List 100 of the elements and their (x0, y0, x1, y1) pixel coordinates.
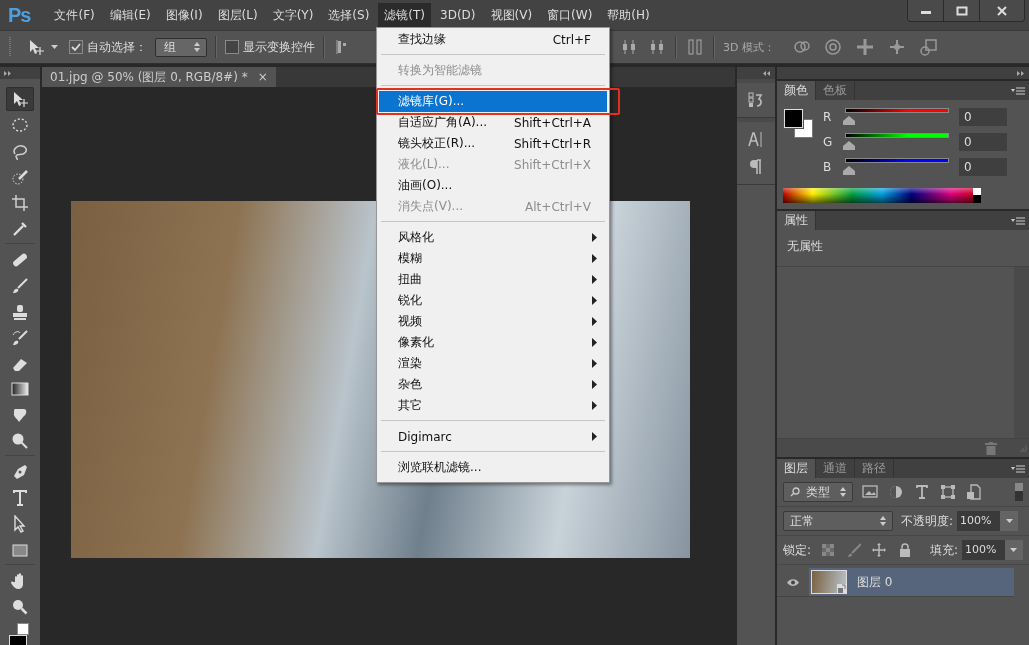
menu-item[interactable]: 浏览联机滤镜... (379, 457, 607, 478)
mode-label: 3D 模式： (723, 39, 775, 55)
menu-item-label: 消失点(V)... (398, 198, 464, 215)
menu-item[interactable]: 渲染 (379, 353, 607, 374)
type-icon (914, 484, 930, 500)
shortcut-label: Shift+Ctrl+A (514, 115, 591, 130)
menu-item[interactable]: 其它 (379, 395, 607, 416)
panel-tab[interactable]: 属性 (777, 211, 816, 230)
blend-mode-dropdown[interactable]: 正常 (783, 511, 893, 531)
menu-item[interactable]: 杂色 (379, 374, 607, 395)
collapse-icon (763, 70, 771, 76)
type-filter-button[interactable] (913, 483, 931, 501)
menu-item[interactable]: 锐化 (379, 290, 607, 311)
eye-icon[interactable] (786, 577, 800, 587)
dashed-ellipse-icon (11, 115, 29, 134)
round-paddle-icon (11, 432, 29, 451)
shape-filter-button[interactable] (939, 483, 957, 501)
menu-item[interactable]: 文字(Y) (266, 3, 320, 27)
adjustment-filter-button[interactable] (887, 483, 905, 501)
panel-menu-icon[interactable] (1011, 86, 1025, 95)
menu-item[interactable]: 编辑(E) (103, 3, 157, 27)
menu-item[interactable]: 图层(L) (211, 3, 264, 27)
menu-item[interactable]: 文件(F) (48, 3, 101, 27)
color-swatches[interactable] (783, 108, 813, 140)
menu-item[interactable]: 像素化 (379, 332, 607, 353)
pan-3d-icon (855, 38, 874, 56)
image-filter-button[interactable] (861, 483, 879, 501)
lock-position-button[interactable] (870, 541, 889, 559)
menu-item[interactable]: 帮助(H) (601, 3, 656, 27)
menu-item[interactable]: 选择(S) (322, 3, 376, 27)
menu-item[interactable]: 查找边缘 Ctrl+F (379, 29, 607, 50)
menu-item[interactable]: 视频 (379, 311, 607, 332)
rectangle-icon (11, 541, 29, 560)
slider-thumb-icon[interactable] (843, 166, 855, 175)
minimize-button[interactable] (908, 0, 944, 21)
channel-slider[interactable] (843, 158, 951, 176)
panel-tab[interactable]: 路径 (855, 459, 894, 478)
layer-row[interactable]: 图层 0 (777, 568, 1014, 597)
auto-select-checkbox[interactable] (69, 40, 83, 54)
menu-item[interactable]: 图像(I) (159, 3, 209, 27)
half-circle-icon (888, 484, 904, 500)
padlock-icon (898, 543, 913, 557)
menu-item[interactable]: 油画(O)... (379, 175, 607, 196)
shortcut-label: Alt+Ctrl+V (525, 199, 591, 214)
move-arrow-icon (11, 89, 29, 108)
tool-button[interactable] (6, 87, 34, 111)
filter-dropdown[interactable]: 类型 (783, 482, 853, 502)
move-arrow-icon (27, 38, 45, 56)
checkbox-label: 自动选择： (87, 38, 147, 56)
tab-close-button[interactable]: × (257, 70, 268, 84)
menu-item-label: 液化(L)... (398, 156, 451, 173)
trash-icon (985, 441, 997, 455)
menu-item[interactable]: 模糊 (379, 248, 607, 269)
scale-3d-icon (919, 38, 938, 56)
panel-menu-icon[interactable] (1011, 464, 1025, 473)
slider-thumb-icon[interactable] (843, 141, 855, 150)
shortcut-label: Ctrl+F (552, 32, 591, 47)
channel-slider[interactable] (843, 133, 951, 151)
menu-item-label: 浏览联机滤镜... (398, 459, 483, 476)
checker-icon (820, 543, 835, 557)
maximize-button[interactable] (944, 0, 980, 21)
channel-value-field[interactable]: 0 (959, 108, 1007, 126)
menu-item[interactable]: 滤镜库(G)... (379, 91, 607, 112)
show-transform-checkbox[interactable] (225, 40, 239, 54)
menu-item[interactable]: 窗口(W) (541, 3, 599, 27)
layer-name: 图层 0 (857, 573, 893, 591)
menu-item[interactable]: 风格化 (379, 227, 607, 248)
shortcut-label: Shift+Ctrl+R (513, 136, 591, 151)
panel-tab[interactable]: 色板 (816, 81, 855, 100)
target-dropdown[interactable]: 组 (155, 37, 207, 57)
filter-toggle[interactable] (1015, 483, 1023, 501)
menu-item[interactable]: 滤镜(T) (378, 3, 432, 27)
panel-tab[interactable]: 图层 (777, 459, 816, 478)
channel-label: G (823, 135, 833, 149)
menu-item[interactable]: 镜头校正(R)... Shift+Ctrl+R (379, 133, 607, 154)
panel-menu-icon[interactable] (1011, 216, 1025, 225)
menu-item[interactable]: 扭曲 (379, 269, 607, 290)
color-spectrum[interactable] (783, 188, 981, 203)
channel-slider[interactable] (843, 108, 951, 126)
stepper-icon (840, 487, 846, 497)
app-logo: Ps (8, 3, 31, 27)
menu-item[interactable]: Digimarc (379, 426, 607, 447)
channel-value-field[interactable]: 0 (959, 133, 1007, 151)
close-button[interactable] (980, 0, 1024, 21)
document-tab[interactable]: 01.jpg @ 50% (图层 0, RGB/8#) * × (42, 67, 276, 87)
slider-thumb-icon[interactable] (843, 116, 855, 125)
menu-item[interactable]: 3D(D) (434, 3, 482, 27)
menu-item[interactable]: 自适应广角(A)... Shift+Ctrl+A (379, 112, 607, 133)
smart-object-filter-button[interactable] (965, 483, 983, 501)
channel-label: R (823, 110, 833, 124)
document-icon (966, 484, 982, 500)
menu-item-label: 视频 (398, 313, 423, 330)
stepper-icon (880, 516, 886, 526)
slide-3d-icon (887, 38, 906, 56)
menu-item[interactable]: 视图(V) (484, 3, 539, 27)
panel-tab[interactable]: 颜色 (777, 81, 816, 100)
menu-item-label: 自适应广角(A)... (398, 114, 488, 131)
panel-tab[interactable]: 通道 (816, 459, 855, 478)
menu-item-label: 扭曲 (398, 271, 423, 288)
channel-value-field[interactable]: 0 (959, 158, 1007, 176)
